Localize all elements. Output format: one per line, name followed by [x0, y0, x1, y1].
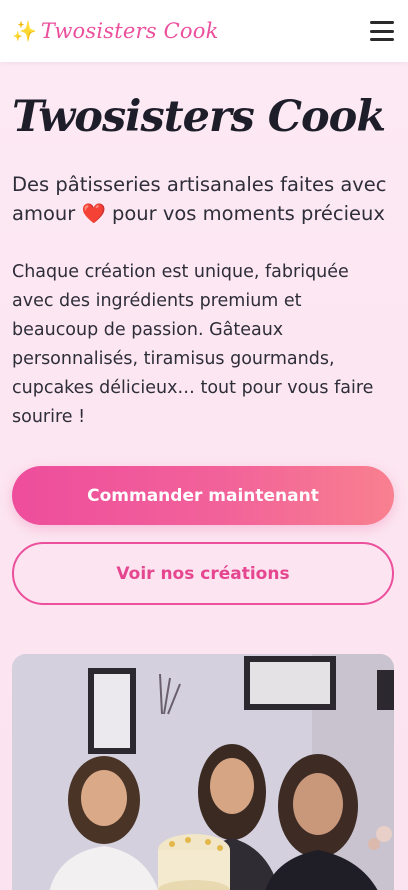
hero-photo	[12, 654, 394, 890]
brand-logo[interactable]: ✨ Twosisters Cook	[12, 19, 219, 43]
hero-title: Twosisters Cook	[12, 92, 386, 142]
sisters-cake-photo	[12, 654, 394, 890]
order-now-button[interactable]: Commander maintenant	[12, 466, 394, 525]
heart-icon: ❤️	[81, 202, 106, 225]
view-creations-button[interactable]: Voir nos créations	[12, 542, 394, 605]
hero-description: Chaque création est unique, fabriquée av…	[12, 262, 374, 427]
sparkles-icon: ✨	[12, 19, 37, 43]
top-navigation-bar: ✨ Twosisters Cook	[0, 0, 408, 62]
hamburger-menu-icon[interactable]	[370, 21, 394, 41]
hero-tagline: Des pâtisseries artisanales faites avec …	[12, 170, 400, 228]
brand-name: Twosisters Cook	[40, 19, 219, 43]
tagline-text-end: pour vos moments précieux	[111, 202, 385, 225]
